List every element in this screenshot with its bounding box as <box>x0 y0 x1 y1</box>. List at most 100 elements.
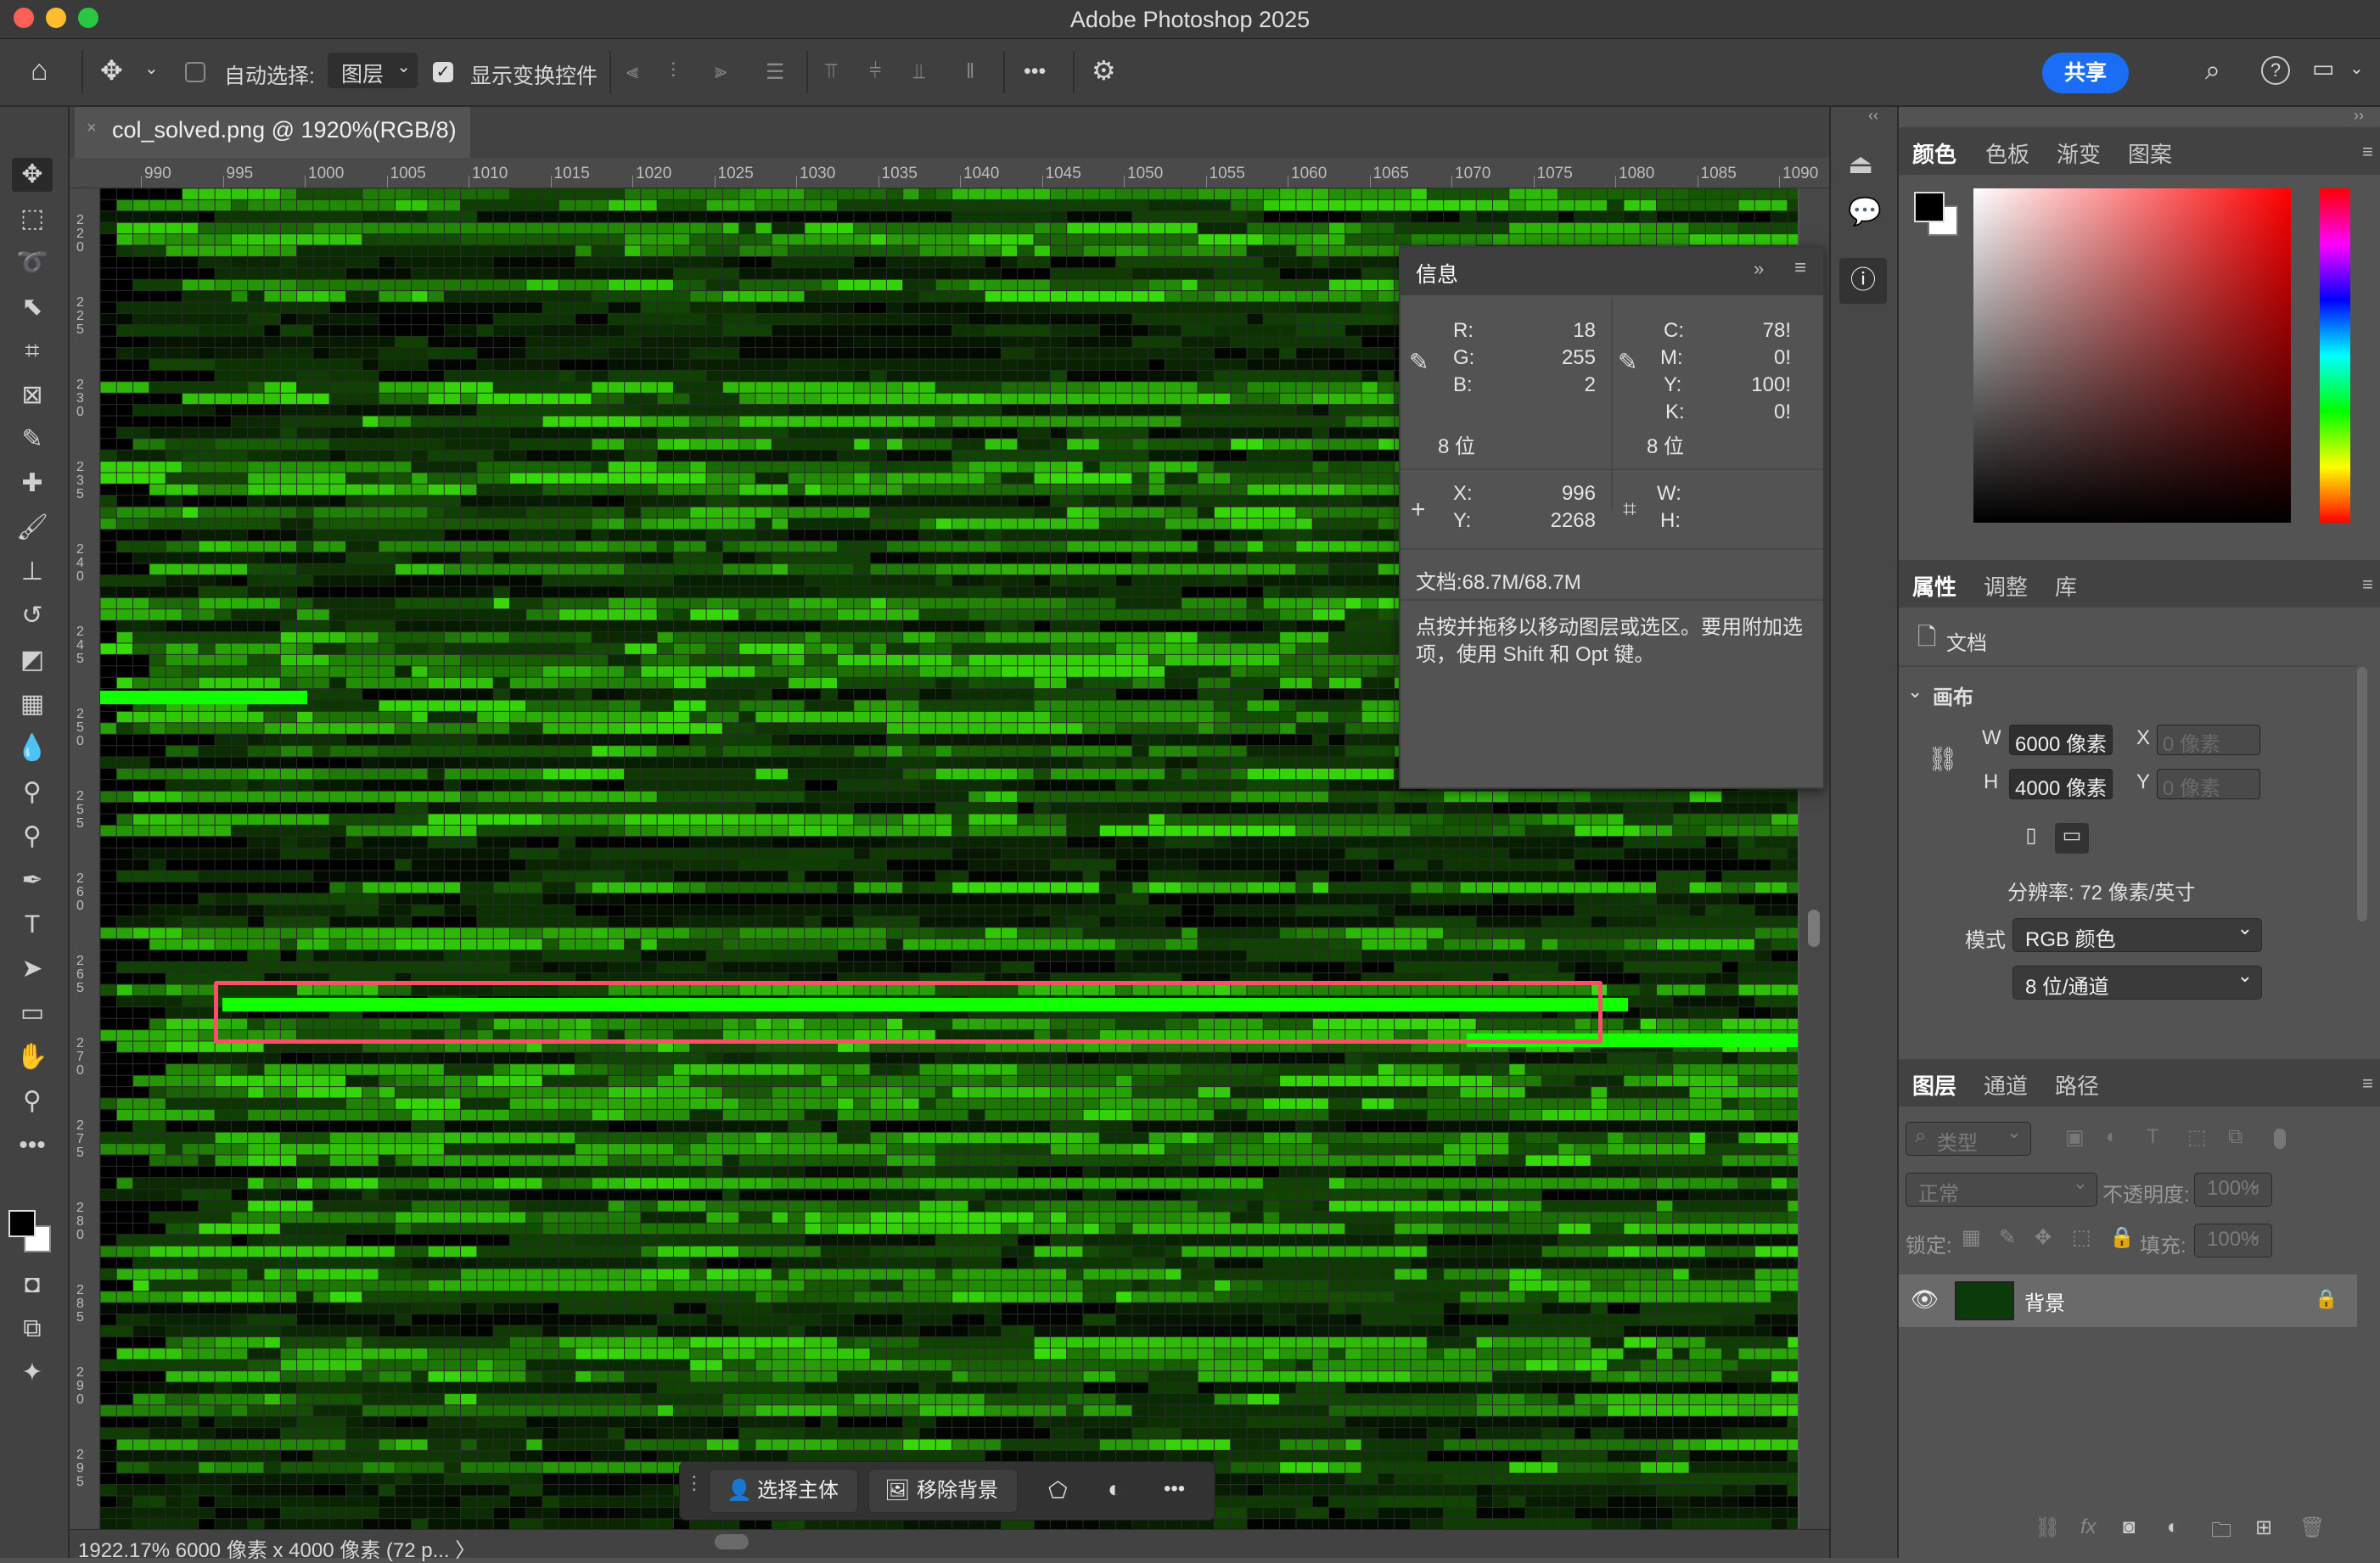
blur-tool-icon[interactable]: 💧 <box>15 731 49 765</box>
align-left-icon[interactable]: ⫷ <box>626 59 638 84</box>
filter-type-icon[interactable]: T <box>2147 1125 2159 1149</box>
screen-mode-icon[interactable]: ⧉ <box>15 1312 49 1346</box>
opacity-field[interactable]: 100% <box>2194 1172 2272 1207</box>
canvas-height-field[interactable]: 4000 像素 <box>2009 769 2113 800</box>
eraser-tool-icon[interactable]: ◩ <box>15 643 49 677</box>
align-middle-icon[interactable]: ⫩ <box>869 59 881 84</box>
tab-gradients[interactable]: 渐变 <box>2057 137 2101 169</box>
canvas-y-field[interactable]: 0 像素 <box>2157 769 2260 800</box>
align-center-icon[interactable]: ⫶ <box>671 59 676 84</box>
move-tool-icon[interactable]: ✥ <box>12 158 53 192</box>
foreground-color-swatch[interactable] <box>8 1210 36 1237</box>
marquee-tool-icon[interactable]: ⬚ <box>15 202 49 236</box>
sponge-tool-icon[interactable]: ⚲ <box>15 820 49 854</box>
hue-slider[interactable] <box>2320 188 2350 523</box>
adjustment-layer-icon[interactable]: ◐ <box>2167 1515 2180 1539</box>
comments-icon[interactable]: 💬 <box>1848 195 1882 227</box>
lasso-tool-icon[interactable]: ➰ <box>15 246 49 280</box>
panel-menu-icon[interactable]: ≡ <box>2362 1073 2373 1095</box>
eyedropper-tool-icon[interactable]: ✎ <box>15 423 49 457</box>
bit-depth-dropdown[interactable]: 8 位/通道 <box>2012 965 2262 1000</box>
collapse-panel-icon[interactable]: » <box>1754 258 1764 280</box>
gear-icon[interactable]: ⚙ <box>1092 54 1116 87</box>
adjustment-icon[interactable]: ◐ <box>1108 1476 1122 1503</box>
filter-shape-icon[interactable]: ⬚ <box>2187 1125 2207 1150</box>
info-tab[interactable]: 信息 <box>1416 258 1458 289</box>
fx-icon[interactable]: fx <box>2080 1515 2097 1539</box>
tab-swatches[interactable]: 色板 <box>1985 137 2029 169</box>
remove-background-button[interactable]: 🖼 移除背景 <box>868 1469 1018 1513</box>
pen-tool-icon[interactable]: ✒ <box>15 864 49 898</box>
hand-tool-icon[interactable]: ✋ <box>15 1040 49 1074</box>
type-tool-icon[interactable]: T <box>15 908 49 942</box>
scroll-thumb[interactable] <box>1808 910 1820 947</box>
eyedropper-icon[interactable]: ✎ <box>1618 348 1637 376</box>
show-transform-checkbox[interactable]: ✓ <box>433 62 453 82</box>
stamp-tool-icon[interactable]: ⊥ <box>15 555 49 589</box>
horizontal-scroll-thumb[interactable] <box>715 1534 749 1549</box>
rectangle-tool-icon[interactable]: ▭ <box>15 996 49 1030</box>
portrait-icon[interactable]: ▯ <box>2016 823 2046 854</box>
panel-scrollbar[interactable] <box>2357 667 2367 922</box>
move-tool-icon[interactable]: ✥ <box>100 54 123 87</box>
align-top-icon[interactable]: ⫪ <box>825 59 837 84</box>
more-options-icon[interactable]: ••• <box>1024 59 1046 84</box>
collapse-panels-icon[interactable]: ›› <box>2354 107 2364 125</box>
chevron-down-icon[interactable]: ⌄ <box>1907 681 1923 703</box>
canvas-width-field[interactable]: 6000 像素 <box>2009 725 2113 756</box>
panel-menu-icon[interactable]: ≡ <box>1794 256 1806 280</box>
tab-layers[interactable]: 图层 <box>1912 1069 1956 1101</box>
distribute-vertical-icon[interactable]: ☰ <box>766 59 784 85</box>
more-options-icon[interactable]: ••• <box>1164 1477 1185 1501</box>
lock-pixels-icon[interactable]: ✎ <box>1999 1225 2016 1250</box>
group-icon[interactable]: 🗀 <box>2211 1515 2231 1550</box>
tab-color[interactable]: 颜色 <box>1912 137 1956 169</box>
lock-all-icon[interactable]: 🔒 <box>2109 1225 2135 1250</box>
landscape-icon[interactable]: ▭ <box>2055 823 2089 854</box>
close-tab-icon[interactable]: × <box>87 119 97 138</box>
link-icon[interactable]: ⛓ <box>1928 745 1958 773</box>
quick-mask-icon[interactable]: ◘ <box>15 1268 49 1302</box>
share-button[interactable]: 共享 <box>2042 53 2129 93</box>
workspace-icon[interactable]: ▭ <box>2312 54 2334 82</box>
chevron-down-icon[interactable]: ⌄ <box>2349 58 2364 79</box>
tab-channels[interactable]: 通道 <box>1984 1069 2028 1101</box>
crop-tool-icon[interactable]: ⌗ <box>15 334 49 368</box>
eyedropper-icon[interactable]: ✎ <box>1409 348 1429 376</box>
filter-adjustment-icon[interactable]: ◐ <box>2106 1125 2119 1149</box>
brush-tool-icon[interactable]: 🖌 <box>15 511 49 545</box>
home-icon[interactable]: ⌂ <box>31 54 48 87</box>
search-icon[interactable]: ⌕ <box>2205 54 2220 87</box>
filter-toggle[interactable] <box>2274 1129 2286 1149</box>
eye-icon[interactable]: 👁 <box>1911 1286 1939 1313</box>
fill-field[interactable]: 100% <box>2194 1223 2272 1258</box>
history-icon[interactable]: ⏏ <box>1848 148 1873 180</box>
select-subject-button[interactable]: 👤 选择主体 <box>709 1469 858 1513</box>
panel-menu-icon[interactable]: ≡ <box>2362 574 2373 596</box>
generative-icon[interactable]: ✦ <box>15 1356 49 1390</box>
dodge-tool-icon[interactable]: ⚲ <box>15 776 49 810</box>
auto-select-target-dropdown[interactable]: 图层 ⌄ <box>328 53 418 88</box>
more-tools-icon[interactable]: ••• <box>15 1129 49 1162</box>
transform-icon[interactable]: ⬠ <box>1048 1477 1068 1504</box>
tab-libraries[interactable]: 库 <box>2055 570 2077 602</box>
tab-adjustments[interactable]: 调整 <box>1984 570 2028 602</box>
align-right-icon[interactable]: ⫸ <box>715 59 727 84</box>
panel-menu-icon[interactable]: ≡ <box>2362 141 2373 163</box>
help-icon[interactable]: ? <box>2261 56 2290 85</box>
lock-transparency-icon[interactable]: ▦ <box>1962 1225 1981 1250</box>
color-mode-dropdown[interactable]: RGB 颜色 <box>2012 917 2262 952</box>
tab-properties[interactable]: 属性 <box>1912 570 1956 602</box>
healing-brush-tool-icon[interactable]: ✚ <box>15 467 49 501</box>
blend-mode-dropdown[interactable]: 正常 <box>1906 1172 2097 1207</box>
drag-handle-icon[interactable]: ⋮ <box>685 1472 704 1494</box>
zoom-tool-icon[interactable]: ⚲ <box>15 1084 49 1118</box>
align-bottom-icon[interactable]: ⫫ <box>913 59 925 84</box>
path-select-tool-icon[interactable]: ➤ <box>15 952 49 986</box>
object-select-tool-icon[interactable]: ⬉ <box>15 290 49 324</box>
lock-position-icon[interactable]: ✥ <box>2035 1225 2052 1250</box>
frame-tool-icon[interactable]: ⊠ <box>15 378 49 412</box>
layer-row[interactable]: 👁 背景 🔒 <box>1899 1274 2357 1327</box>
link-layers-icon[interactable]: ⛓ <box>2035 1515 2060 1540</box>
filter-smart-object-icon[interactable]: ⧉ <box>2228 1125 2242 1149</box>
